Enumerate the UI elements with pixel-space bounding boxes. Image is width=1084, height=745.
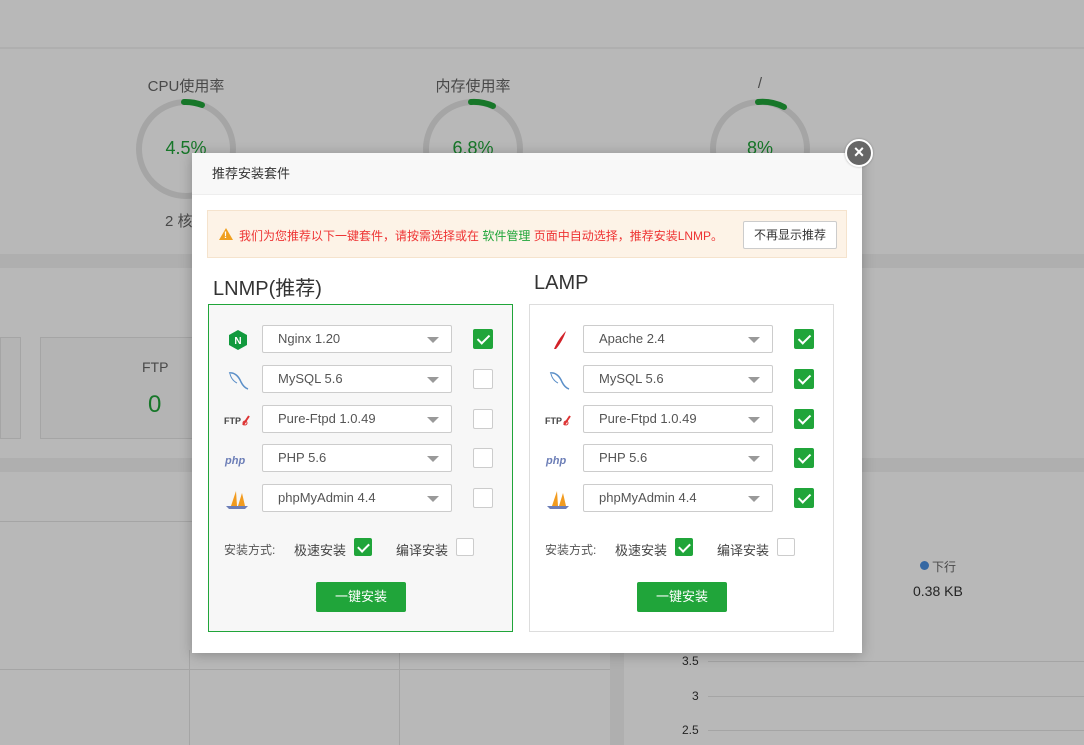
notice-text-before: 我们为您推荐以下一键套件，请按需选择或在 [239,229,483,243]
compile-install-checkbox[interactable] [777,538,795,556]
compile-install-checkbox[interactable] [456,538,474,556]
ftp-icon: FTP [545,415,571,426]
php-checkbox[interactable] [794,448,814,468]
mysql-icon [228,372,249,390]
apache-icon [554,331,566,349]
php-icon: php [224,455,245,467]
lnmp-install-method: 安装方式: 极速安装 编译安装 [224,538,514,558]
lnmp-title: LNMP(推荐) [213,278,322,300]
phpmyadmin-icon [547,491,569,509]
lamp-install-button[interactable]: 一键安装 [637,582,727,612]
apache-version-select[interactable]: Apache 2.4 [583,325,773,353]
close-icon[interactable]: × [845,139,873,167]
chevron-down-icon [427,496,439,502]
svg-text:php: php [224,455,245,467]
chevron-down-icon [748,377,760,383]
ftp-icon: FTP [224,415,250,426]
chevron-down-icon [427,456,439,462]
ftp-checkbox[interactable] [473,409,493,429]
install-method-label: 安装方式: [545,543,597,557]
svg-text:php: php [545,455,566,467]
chevron-down-icon [427,377,439,383]
lamp-suite-panel[interactable]: Apache 2.4 MySQL 5.6 FTP Pure-Ftpd 1.0.4… [529,304,834,632]
ftp-version-select[interactable]: Pure-Ftpd 1.0.49 [583,405,773,433]
svg-text:N: N [234,336,241,347]
phpmyadmin-version-select[interactable]: phpMyAdmin 4.4 [583,484,773,512]
chevron-down-icon [427,417,439,423]
svg-text:FTP: FTP [224,416,241,426]
ftp-checkbox[interactable] [794,409,814,429]
phpmyadmin-version-select[interactable]: phpMyAdmin 4.4 [262,484,452,512]
lnmp-php-row: php PHP 5.6 [209,444,514,472]
compile-install-label[interactable]: 编译安装 [396,540,448,559]
warning-icon: ! [219,228,233,240]
lnmp-install-button[interactable]: 一键安装 [316,582,406,612]
lamp-php-row: php PHP 5.6 [530,444,835,472]
modal-title: 推荐安装套件 [192,153,862,195]
fast-install-checkbox[interactable] [354,538,372,556]
php-checkbox[interactable] [473,448,493,468]
lnmp-nginx-row: N Nginx 1.20 [209,325,514,353]
lamp-mysql-row: MySQL 5.6 [530,365,835,393]
lnmp-ftp-row: FTP Pure-Ftpd 1.0.49 [209,405,514,433]
chevron-down-icon [748,417,760,423]
mysql-icon [549,372,570,390]
chevron-down-icon [748,456,760,462]
notice-message: 我们为您推荐以下一键套件，请按需选择或在 软件管理 页面中自动选择，推荐安装LN… [239,227,723,244]
mysql-checkbox[interactable] [794,369,814,389]
fast-install-label[interactable]: 极速安装 [615,540,667,559]
phpmyadmin-icon [226,491,248,509]
fast-install-label[interactable]: 极速安装 [294,540,346,559]
lamp-install-method: 安装方式: 极速安装 编译安装 [545,538,835,558]
phpmyadmin-checkbox[interactable] [473,488,493,508]
notice-text-after: 页面中自动选择，推荐安装LNMP。 [530,229,724,243]
chevron-down-icon [748,496,760,502]
chevron-down-icon [427,337,439,343]
php-version-select[interactable]: PHP 5.6 [583,444,773,472]
phpmyadmin-checkbox[interactable] [794,488,814,508]
install-method-label: 安装方式: [224,543,276,557]
nginx-version-select[interactable]: Nginx 1.20 [262,325,452,353]
nginx-checkbox[interactable] [473,329,493,349]
lamp-title: LAMP [534,272,589,294]
hide-recommend-button[interactable]: 不再显示推荐 [743,221,837,249]
nginx-icon: N [229,330,247,350]
fast-install-checkbox[interactable] [675,538,693,556]
apache-checkbox[interactable] [794,329,814,349]
mysql-checkbox[interactable] [473,369,493,389]
mysql-version-select[interactable]: MySQL 5.6 [262,365,452,393]
chevron-down-icon [748,337,760,343]
mysql-version-select[interactable]: MySQL 5.6 [583,365,773,393]
php-version-select[interactable]: PHP 5.6 [262,444,452,472]
compile-install-label[interactable]: 编译安装 [717,540,769,559]
lamp-phpmyadmin-row: phpMyAdmin 4.4 [530,484,835,512]
lnmp-mysql-row: MySQL 5.6 [209,365,514,393]
lamp-ftp-row: FTP Pure-Ftpd 1.0.49 [530,405,835,433]
lnmp-suite-panel[interactable]: N Nginx 1.20 MySQL 5.6 FTP Pure-Ftpd 1.0… [208,304,513,632]
recommend-suite-modal: 推荐安装套件 ! 我们为您推荐以下一键套件，请按需选择或在 软件管理 页面中自动… [192,153,862,653]
svg-text:FTP: FTP [545,416,562,426]
php-icon: php [545,455,566,467]
lamp-apache-row: Apache 2.4 [530,325,835,353]
recommend-notice: ! 我们为您推荐以下一键套件，请按需选择或在 软件管理 页面中自动选择，推荐安装… [207,210,847,258]
lnmp-phpmyadmin-row: phpMyAdmin 4.4 [209,484,514,512]
software-manage-link[interactable]: 软件管理 [482,229,530,243]
ftp-version-select[interactable]: Pure-Ftpd 1.0.49 [262,405,452,433]
